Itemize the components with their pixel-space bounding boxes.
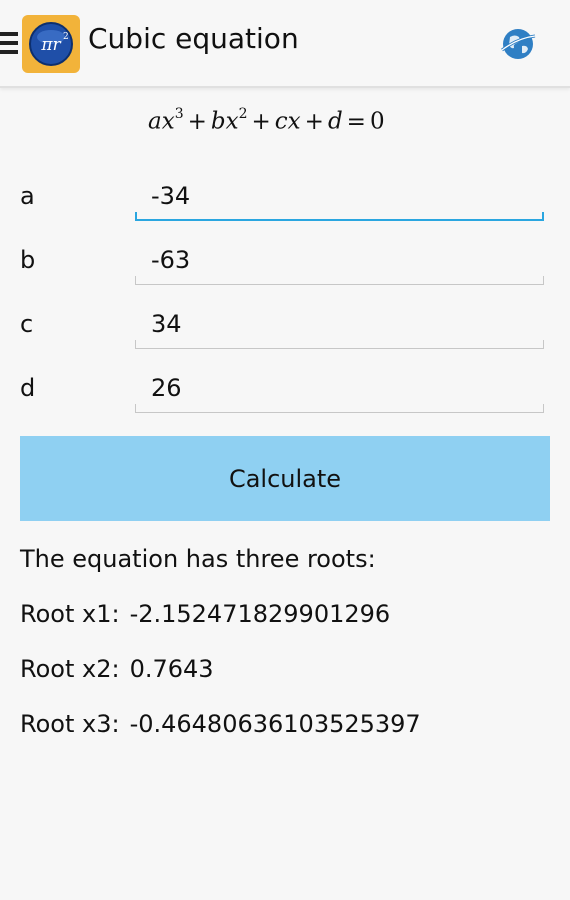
root-x2-label: Root x2: xyxy=(20,655,120,683)
hamburger-menu-icon[interactable] xyxy=(0,32,18,54)
svg-text:2: 2 xyxy=(63,32,69,42)
input-b-underline xyxy=(135,276,544,285)
label-d: d xyxy=(20,374,36,402)
root-x1-value: -2.152471829901296 xyxy=(129,600,391,628)
root-x3-value: -0.46480636103525397 xyxy=(129,710,421,738)
result-summary: The equation has three roots: xyxy=(20,545,376,573)
calculate-button[interactable]: Calculate xyxy=(20,436,550,521)
input-a-underline xyxy=(135,212,544,221)
root-x3-label: Root x3: xyxy=(20,710,120,738)
app-icon[interactable]: πr 2 xyxy=(22,15,80,73)
label-c: c xyxy=(20,310,34,338)
root-x1: Root x1: -2.152471829901296 xyxy=(20,600,390,628)
cubic-formula: ax3 + bx2 + cx + d = 0 xyxy=(148,106,385,135)
root-x2: Root x2: 0.7643 xyxy=(20,655,214,683)
root-x2-value: 0.7643 xyxy=(129,655,214,683)
label-b: b xyxy=(20,246,36,274)
root-x1-label: Root x1: xyxy=(20,600,120,628)
action-bar: πr 2 Cubic equation xyxy=(0,0,570,88)
globe-icon[interactable] xyxy=(498,24,538,64)
root-x3: Root x3: -0.46480636103525397 xyxy=(20,710,421,738)
label-a: a xyxy=(20,182,35,210)
input-d-underline xyxy=(135,404,544,413)
svg-text:πr: πr xyxy=(40,35,61,55)
app-title: Cubic equation xyxy=(88,22,299,55)
input-c-underline xyxy=(135,340,544,349)
